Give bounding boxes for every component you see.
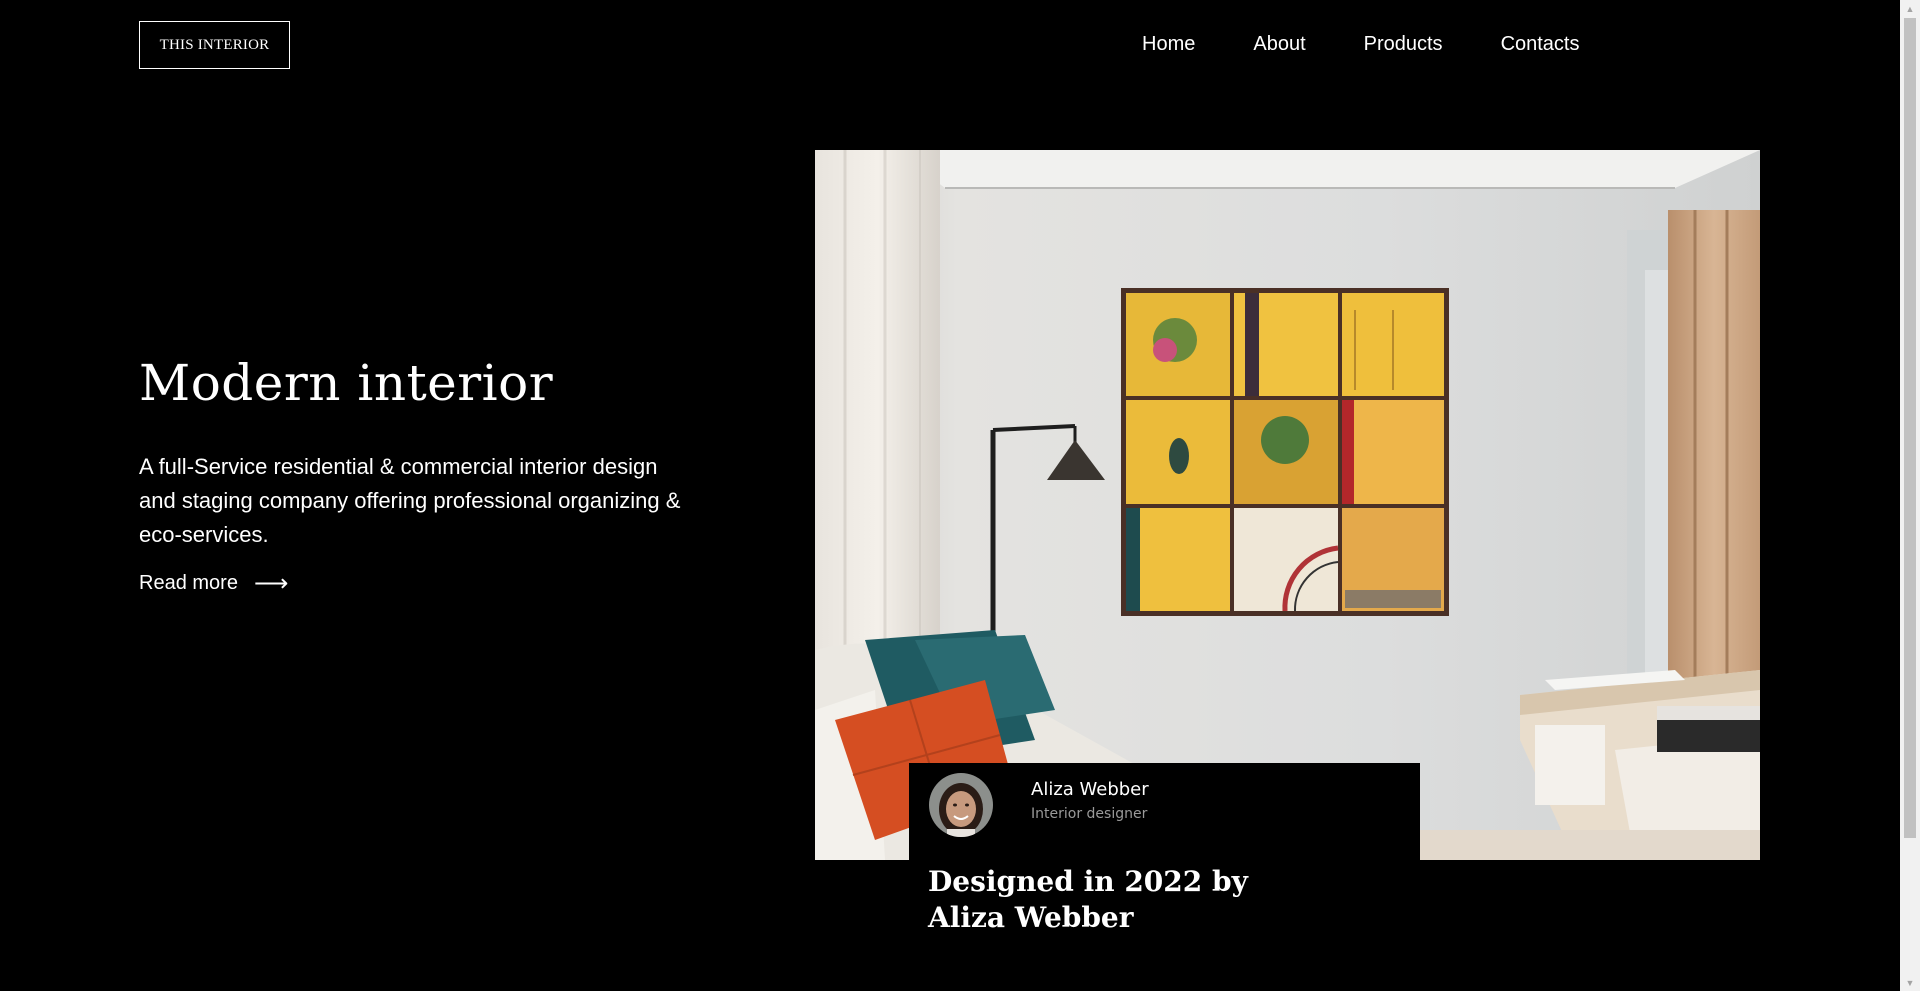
nav-about[interactable]: About — [1253, 30, 1305, 58]
page: THIS INTERIOR Home About Products Contac… — [0, 0, 1900, 991]
designer-role: Interior designer — [1031, 806, 1148, 822]
hero-description: A full-Service residential & commercial … — [139, 454, 681, 547]
nav-home[interactable]: Home — [1142, 30, 1195, 58]
read-more-link[interactable]: Read more ⟶ — [139, 569, 289, 597]
main-nav: Home About Products Contacts — [1142, 30, 1638, 58]
scroll-down-icon[interactable]: ▼ — [1900, 974, 1920, 991]
avatar — [929, 773, 993, 837]
hero-image — [815, 150, 1760, 860]
designer-card: Aliza Webber Interior designer — [909, 763, 1420, 861]
nav-products[interactable]: Products — [1364, 30, 1443, 58]
hero-title: Modern interior — [139, 354, 554, 412]
scroll-up-icon[interactable]: ▲ — [1900, 0, 1920, 17]
vertical-scrollbar[interactable]: ▲ ▼ — [1900, 0, 1920, 991]
arrow-right-icon: ⟶ — [253, 569, 289, 597]
design-caption: Designed in 2022 by Aliza Webber — [928, 865, 1248, 934]
nav-contacts[interactable]: Contacts — [1501, 30, 1580, 58]
scrollbar-thumb[interactable] — [1904, 18, 1916, 838]
designer-name: Aliza Webber — [1031, 779, 1149, 800]
logo[interactable]: THIS INTERIOR — [139, 21, 290, 69]
read-more-label: Read more — [139, 572, 238, 594]
